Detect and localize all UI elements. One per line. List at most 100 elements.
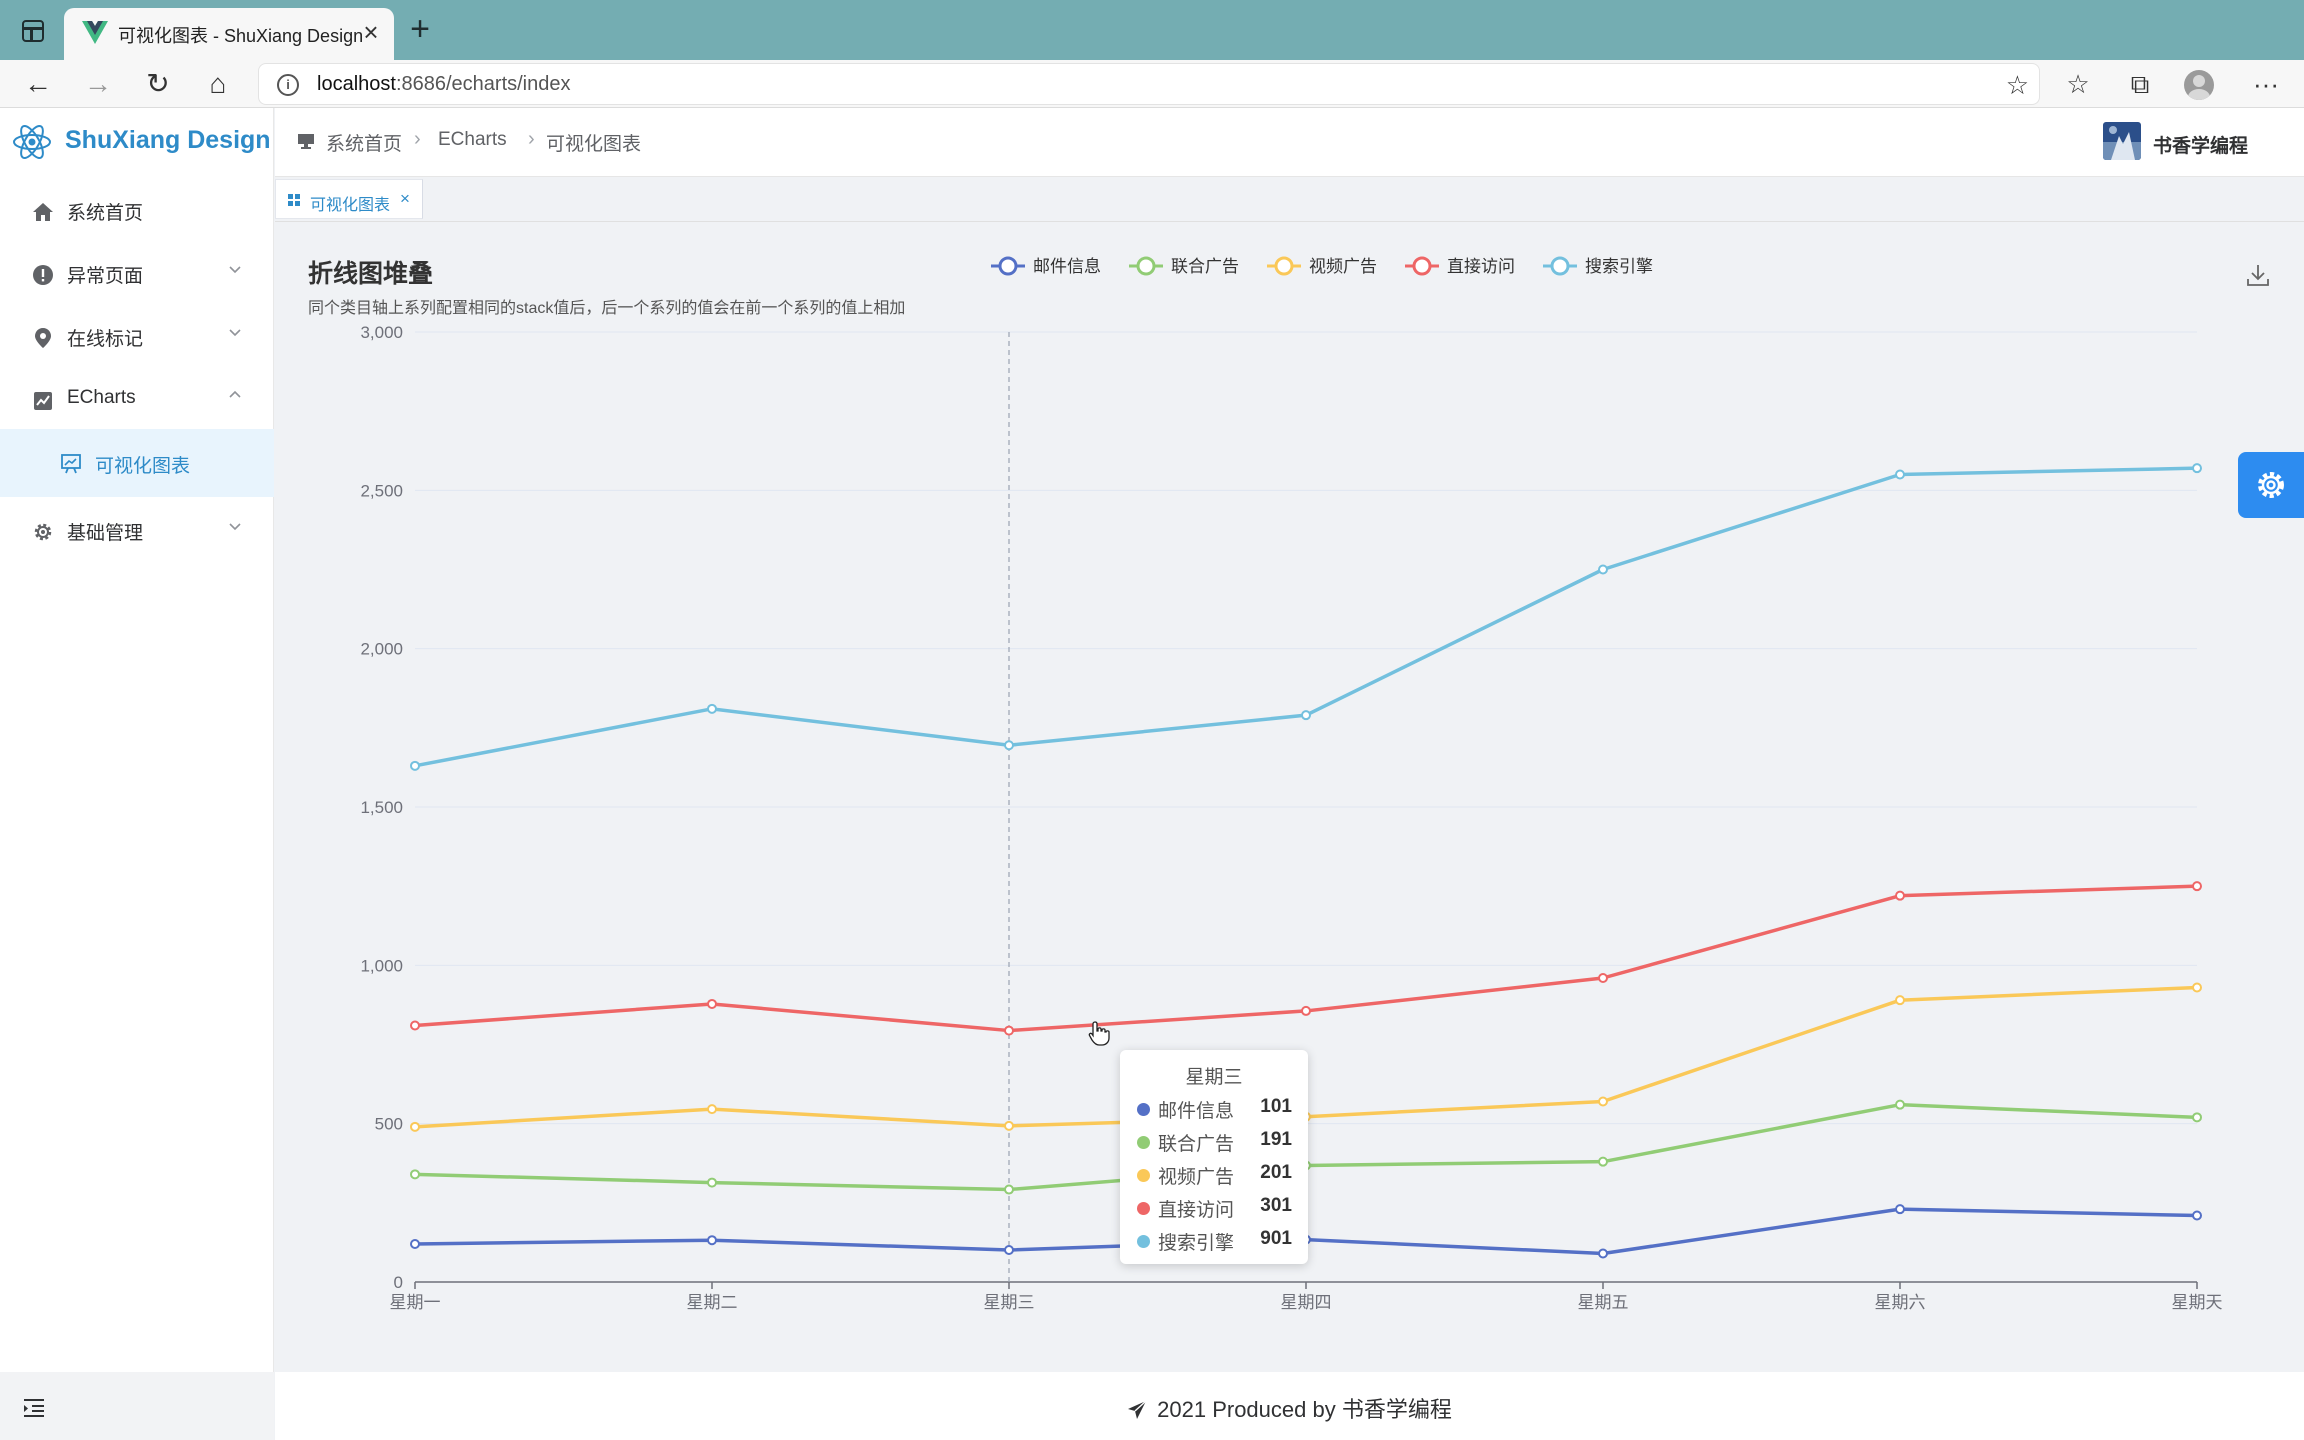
home-icon[interactable]: ⌂ <box>200 66 236 102</box>
y-tick-label: 1,500 <box>360 798 403 817</box>
favorites-icon[interactable]: ☆ <box>2060 66 2096 102</box>
chart-title: 折线图堆叠 <box>308 260 434 288</box>
data-point <box>1895 995 1905 1006</box>
tooltip-series-name: 搜索引擎 <box>1158 1233 1235 1254</box>
logo-text: ShuXiang Design <box>65 126 271 154</box>
page-footer: 2021 Produced by 书香学编程 <box>275 1372 2304 1440</box>
series-dot <box>1137 1136 1150 1149</box>
chevron-up-icon <box>229 390 241 398</box>
settings-button[interactable] <box>2238 452 2304 518</box>
x-tick-label: 星期四 <box>1281 1293 1332 1312</box>
home-icon <box>33 203 53 221</box>
close-tab-icon[interactable]: × <box>356 17 386 47</box>
sidebar-item-error-pages[interactable]: 异常页面 <box>0 246 274 302</box>
tags-view-bar: 可视化图表 × <box>275 176 2304 222</box>
legend-label: 搜索引擎 <box>1585 257 1653 276</box>
sidebar-item-label: ECharts <box>67 387 136 408</box>
reload-icon[interactable]: ↻ <box>140 66 176 102</box>
tooltip-series-name: 直接访问 <box>1158 1200 1235 1221</box>
forward-icon[interactable]: → <box>80 66 116 102</box>
sidebar-item-label: 基础管理 <box>67 523 144 544</box>
data-point <box>1004 1120 1014 1131</box>
data-point <box>2192 1112 2202 1123</box>
x-tick-label: 星期六 <box>1875 1293 1926 1312</box>
x-tick-label: 星期二 <box>687 1293 738 1312</box>
data-point <box>1301 710 1311 721</box>
sidebar-subitem-visual-chart[interactable]: 可视化图表 <box>0 429 274 497</box>
y-tick-label: 3,000 <box>360 323 403 342</box>
tag-visual-chart[interactable]: 可视化图表 × <box>275 179 423 219</box>
y-tick-label: 2,000 <box>360 640 403 659</box>
collapse-sidebar-icon[interactable] <box>22 1398 46 1418</box>
legend-marker <box>998 256 1018 276</box>
sidebar: ShuXiang Design 系统首页 异常页面 在线标记 ECharts 可… <box>0 108 274 1440</box>
breadcrumb-home[interactable]: 系统首页 <box>326 129 402 156</box>
sidebar-item-echarts[interactable]: ECharts <box>0 372 274 428</box>
y-tick-label: 1,000 <box>360 956 403 975</box>
sidebar-item-home[interactable]: 系统首页 <box>0 183 274 239</box>
sidebar-item-online-marker[interactable]: 在线标记 <box>0 309 274 365</box>
data-point <box>2192 1210 2202 1221</box>
warning-icon <box>33 265 53 285</box>
data-point <box>1301 1005 1311 1016</box>
tab-actions-icon[interactable] <box>22 20 44 42</box>
data-point <box>1598 1156 1608 1167</box>
data-point <box>1598 564 1608 575</box>
data-point <box>2192 881 2202 892</box>
monitor-icon <box>298 134 314 149</box>
breadcrumb-current: 可视化图表 <box>546 134 642 155</box>
data-point <box>410 1169 420 1180</box>
sidebar-footer <box>0 1372 274 1440</box>
data-point <box>1004 740 1014 751</box>
add-favorite-icon[interactable]: ☆ <box>2006 70 2029 101</box>
tooltip-series-value: 901 <box>1260 1228 1292 1249</box>
top-header: 系统首页 › ECharts › 可视化图表 书香学编程 <box>275 108 2304 176</box>
y-tick-label: 2,500 <box>360 481 403 500</box>
breadcrumb-separator: › <box>528 128 535 150</box>
address-bar[interactable]: i localhost:8686/echarts/index ☆ <box>258 63 2040 105</box>
data-point <box>410 1121 420 1132</box>
y-tick-label: 500 <box>375 1115 403 1134</box>
series-dot <box>1137 1202 1150 1215</box>
paper-plane-icon <box>1128 1400 1147 1419</box>
vue-favicon-icon <box>82 21 108 44</box>
more-menu-icon[interactable]: ··· <box>2248 66 2284 102</box>
data-point <box>2192 463 2202 474</box>
gear-icon <box>2258 472 2284 498</box>
download-icon[interactable] <box>2245 262 2271 288</box>
data-point <box>1895 469 1905 480</box>
data-point <box>1895 1099 1905 1110</box>
tooltip-row: 搜索引擎 901 <box>1120 1226 1308 1256</box>
back-icon[interactable]: ← <box>20 66 56 102</box>
new-tab-icon[interactable]: + <box>402 12 438 48</box>
tooltip-series-value: 201 <box>1260 1162 1292 1183</box>
gear-icon <box>34 523 52 541</box>
browser-toolbar: ← → ↻ ⌂ i localhost:8686/echarts/index ☆… <box>0 60 2304 108</box>
user-avatar[interactable] <box>2103 122 2141 160</box>
sidebar-item-label: 系统首页 <box>67 203 144 224</box>
browser-tab-strip: 可视化图表 - ShuXiang Design × + <box>0 0 2304 60</box>
legend-marker <box>1412 256 1432 276</box>
hand-cursor-icon <box>1088 1021 1110 1046</box>
tooltip-row: 视频广告 201 <box>1120 1160 1308 1190</box>
legend-label: 视频广告 <box>1309 257 1377 276</box>
profile-avatar-icon[interactable] <box>2184 70 2214 100</box>
tooltip-title: 星期三 <box>1185 1067 1243 1088</box>
data-point <box>1598 973 1608 983</box>
user-name[interactable]: 书香学编程 <box>2153 131 2248 158</box>
site-info-icon[interactable]: i <box>277 74 299 96</box>
tag-label: 可视化图表 <box>310 197 391 214</box>
series-dot <box>1137 1103 1150 1116</box>
browser-tab[interactable]: 可视化图表 - ShuXiang Design × <box>64 8 394 60</box>
chevron-down-icon <box>229 329 241 337</box>
close-tag-icon[interactable]: × <box>400 189 410 209</box>
data-point <box>410 1239 420 1249</box>
legend-marker <box>1274 256 1294 276</box>
sidebar-item-base-management[interactable]: 基础管理 <box>0 503 274 559</box>
data-point <box>1895 890 1905 901</box>
tooltip-row: 直接访问 301 <box>1120 1193 1308 1223</box>
collections-icon[interactable]: ⧉ <box>2122 66 2158 102</box>
breadcrumb-separator: › <box>414 128 421 150</box>
breadcrumb-echarts[interactable]: ECharts <box>438 129 507 151</box>
y-tick-label: 0 <box>394 1273 403 1292</box>
